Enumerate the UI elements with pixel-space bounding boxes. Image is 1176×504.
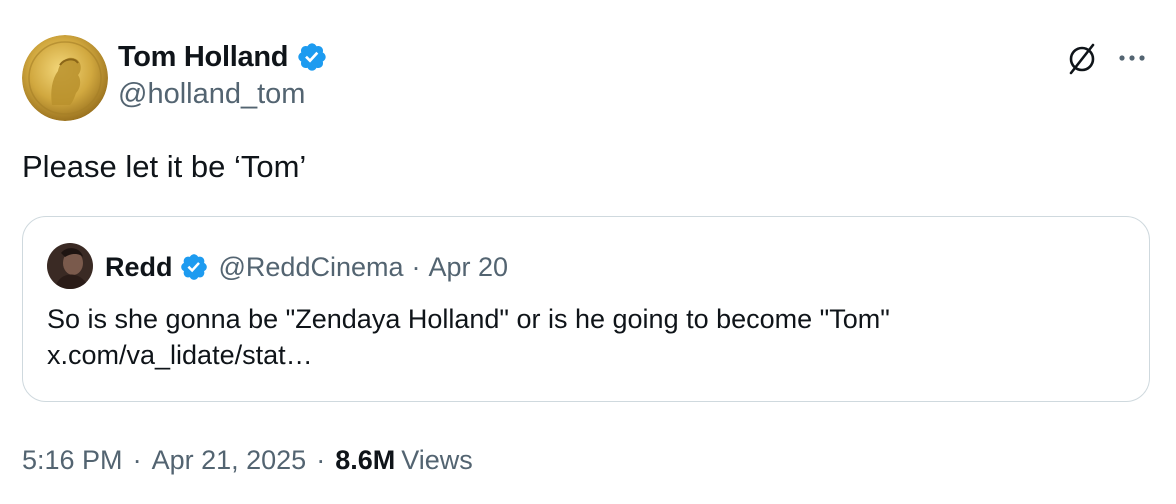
verified-badge-icon: [179, 252, 209, 282]
author-handle[interactable]: @holland_tom: [118, 78, 305, 111]
tweet-time[interactable]: 5:16 PM: [22, 445, 123, 476]
meta-separator: ·: [132, 444, 142, 475]
verified-badge-icon: [296, 41, 328, 73]
quoted-avatar[interactable]: [47, 243, 93, 289]
views-count: 8.6M: [335, 444, 396, 475]
tweet-date[interactable]: Apr 21, 2025: [152, 445, 307, 476]
views-label: Views: [401, 444, 473, 475]
author-avatar[interactable]: [22, 35, 108, 121]
author-display-name[interactable]: Tom Holland: [118, 41, 288, 74]
quoted-text: So is she gonna be "Zendaya Holland" or …: [47, 301, 1127, 373]
quoted-date[interactable]: Apr 20: [429, 252, 509, 283]
author-name-row: Tom Holland: [118, 38, 328, 76]
tweet-meta: 5:16 PM · Apr 21, 2025 · 8.6M Views: [22, 440, 473, 480]
tweet-card: Tom Holland @holland_tom Please let it b…: [0, 0, 1176, 504]
quoted-separator: ·: [411, 251, 421, 282]
quoted-handle[interactable]: @ReddCinema: [219, 252, 404, 283]
person-avatar-icon: [47, 243, 93, 289]
quoted-link[interactable]: x.com/va_lidate/stat…: [47, 337, 1127, 373]
quoted-display-name[interactable]: Redd: [105, 252, 173, 283]
quoted-text-line-1: So is she gonna be "Zendaya Holland" or …: [47, 304, 890, 334]
meta-separator: ·: [316, 444, 326, 475]
gold-coin-avatar-icon: [22, 35, 108, 121]
more-dots-icon[interactable]: [1112, 38, 1152, 78]
slashed-circle-icon[interactable]: [1062, 38, 1102, 78]
quoted-tweet-card[interactable]: Redd @ReddCinema · Apr 20 So is she gonn…: [22, 216, 1150, 402]
quoted-header: Redd @ReddCinema · Apr 20: [105, 247, 508, 287]
tweet-text: Please let it be ‘Tom’: [22, 149, 307, 184]
